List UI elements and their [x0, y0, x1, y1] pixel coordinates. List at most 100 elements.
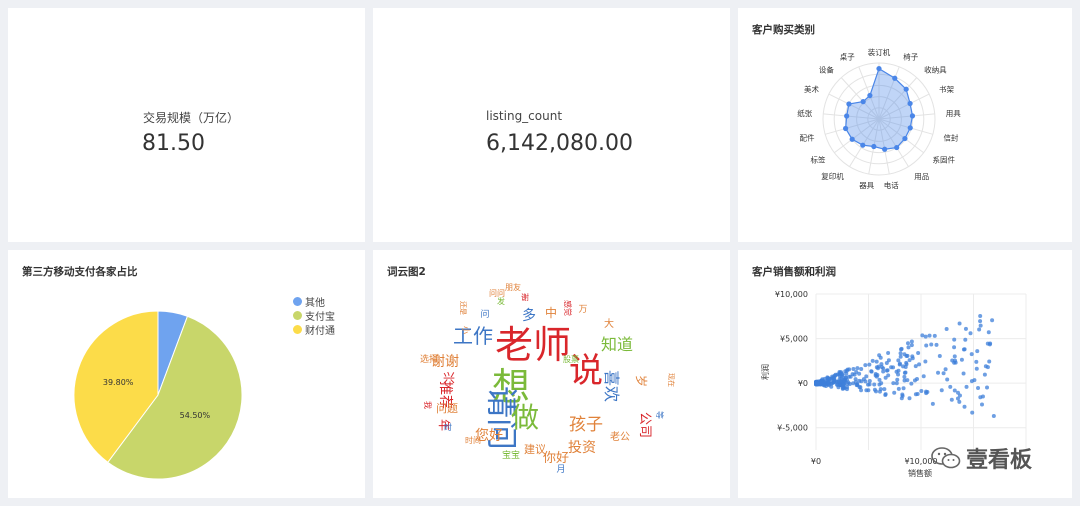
scatter-point[interactable]	[929, 342, 934, 347]
scatter-point[interactable]	[869, 369, 874, 374]
scatter-point[interactable]	[826, 380, 831, 385]
scatter-point[interactable]	[930, 401, 935, 406]
scatter-point[interactable]	[902, 378, 907, 383]
scatter-point[interactable]	[979, 402, 984, 407]
radar-point[interactable]	[849, 136, 855, 142]
scatter-point[interactable]	[864, 388, 869, 393]
scatter-point[interactable]	[905, 353, 910, 358]
scatter-point[interactable]	[846, 374, 851, 379]
scatter-point[interactable]	[977, 327, 982, 332]
radar-point[interactable]	[907, 125, 913, 131]
radar-point[interactable]	[871, 143, 877, 150]
scatter-point[interactable]	[915, 391, 920, 396]
scatter-point[interactable]	[894, 369, 899, 374]
radar-point[interactable]	[843, 125, 849, 132]
scatter-point[interactable]	[874, 359, 879, 364]
scatter-point[interactable]	[886, 358, 891, 363]
scatter-point[interactable]	[956, 390, 961, 395]
scatter-point[interactable]	[916, 351, 921, 356]
scatter-point[interactable]	[952, 337, 957, 342]
scatter-point[interactable]	[822, 383, 827, 388]
scatter-point[interactable]	[962, 404, 967, 409]
scatter-point[interactable]	[937, 353, 942, 358]
scatter-point[interactable]	[925, 389, 930, 394]
scatter-point[interactable]	[897, 361, 902, 366]
scatter-point[interactable]	[900, 392, 905, 397]
scatter-point[interactable]	[894, 381, 899, 386]
scatter-point[interactable]	[829, 384, 834, 389]
scatter-point[interactable]	[945, 377, 950, 382]
radar-point[interactable]	[846, 101, 852, 107]
scatter-point[interactable]	[934, 342, 939, 347]
scatter-point[interactable]	[842, 379, 847, 384]
scatter-point[interactable]	[873, 371, 878, 376]
scatter-point[interactable]	[968, 331, 973, 336]
scatter-point[interactable]	[923, 359, 928, 364]
scatter-point[interactable]	[863, 379, 868, 384]
scatter-point[interactable]	[840, 373, 845, 378]
scatter-point[interactable]	[974, 359, 979, 364]
scatter-point[interactable]	[844, 387, 849, 392]
scatter-point[interactable]	[898, 351, 903, 356]
scatter-point[interactable]	[919, 388, 924, 393]
scatter-point[interactable]	[872, 387, 877, 392]
scatter-point[interactable]	[899, 396, 904, 401]
legend-item[interactable]: 支付宝	[293, 308, 335, 323]
scatter-point[interactable]	[883, 375, 888, 380]
scatter-point[interactable]	[969, 379, 974, 384]
scatter-point[interactable]	[867, 362, 872, 367]
scatter-point[interactable]	[907, 396, 912, 401]
scatter-point[interactable]	[857, 371, 862, 376]
scatter-point[interactable]	[896, 386, 901, 391]
scatter-point[interactable]	[899, 347, 904, 352]
scatter-point[interactable]	[927, 333, 932, 338]
scatter-point[interactable]	[963, 326, 968, 331]
scatter-point[interactable]	[904, 360, 909, 365]
scatter-point[interactable]	[902, 370, 907, 375]
scatter-point[interactable]	[879, 381, 884, 386]
scatter-point[interactable]	[957, 321, 962, 326]
scatter-point[interactable]	[959, 357, 964, 362]
scatter-point[interactable]	[905, 341, 910, 346]
scatter-point[interactable]	[870, 358, 875, 363]
scatter-point[interactable]	[962, 347, 967, 352]
scatter-point[interactable]	[851, 367, 856, 372]
scatter-point[interactable]	[936, 370, 941, 375]
scatter-point[interactable]	[886, 350, 891, 355]
scatter-point[interactable]	[974, 366, 979, 371]
scatter-point[interactable]	[883, 392, 888, 397]
radar-point[interactable]	[867, 92, 873, 99]
scatter-point[interactable]	[909, 381, 914, 386]
radar-point[interactable]	[876, 66, 882, 72]
scatter-point[interactable]	[907, 358, 912, 363]
scatter-point[interactable]	[964, 384, 969, 389]
scatter-point[interactable]	[884, 368, 889, 373]
scatter-point[interactable]	[876, 364, 881, 369]
scatter-point[interactable]	[895, 377, 900, 382]
scatter-point[interactable]	[978, 323, 983, 328]
radar-point[interactable]	[902, 135, 908, 142]
scatter-point[interactable]	[941, 371, 946, 376]
scatter-point[interactable]	[949, 397, 954, 402]
scatter-point[interactable]	[982, 372, 987, 377]
scatter-point[interactable]	[902, 374, 907, 379]
scatter-point[interactable]	[903, 364, 908, 369]
legend-item[interactable]: 其他	[293, 294, 335, 309]
scatter-point[interactable]	[913, 364, 918, 369]
scatter-point[interactable]	[978, 395, 983, 400]
radar-point[interactable]	[860, 99, 866, 105]
scatter-point[interactable]	[969, 352, 974, 357]
scatter-point[interactable]	[909, 343, 914, 348]
scatter-point[interactable]	[952, 388, 957, 393]
scatter-point[interactable]	[921, 374, 926, 379]
scatter-point[interactable]	[983, 364, 988, 369]
radar-point[interactable]	[903, 86, 909, 92]
scatter-point[interactable]	[833, 372, 838, 377]
scatter-point[interactable]	[943, 367, 948, 372]
scatter-point[interactable]	[815, 381, 820, 386]
scatter-point[interactable]	[961, 371, 966, 376]
scatter-point[interactable]	[978, 313, 983, 318]
scatter-point[interactable]	[864, 374, 869, 379]
scatter-point[interactable]	[850, 372, 855, 377]
scatter-point[interactable]	[891, 365, 896, 370]
